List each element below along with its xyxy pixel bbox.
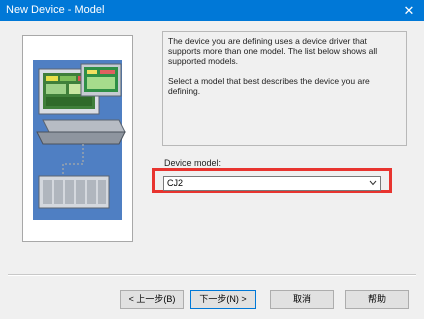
window-title: New Device - Model: [6, 4, 105, 16]
device-illustration: [22, 35, 133, 242]
title-bar: New Device - Model ✕: [0, 0, 424, 21]
description-paragraph-1: The device you are defining uses a devic…: [168, 36, 378, 66]
cancel-button[interactable]: 取消: [270, 290, 334, 309]
computer-plc-illustration-icon: [23, 36, 132, 241]
device-model-value: CJ2: [167, 178, 184, 188]
separator: [8, 274, 416, 276]
close-icon[interactable]: ✕: [394, 0, 424, 21]
device-model-select[interactable]: CJ2: [163, 176, 381, 191]
device-model-label: Device model:: [164, 158, 222, 168]
back-button[interactable]: < 上一步(B): [120, 290, 184, 309]
new-device-dialog: New Device - Model ✕ The device you are …: [0, 0, 424, 319]
chevron-down-icon[interactable]: [369, 177, 377, 190]
help-button[interactable]: 帮助: [345, 290, 409, 309]
description-paragraph-2: Select a model that best describes the d…: [168, 76, 370, 96]
next-button[interactable]: 下一步(N) >: [190, 290, 256, 309]
description-box: The device you are defining uses a devic…: [162, 31, 407, 146]
